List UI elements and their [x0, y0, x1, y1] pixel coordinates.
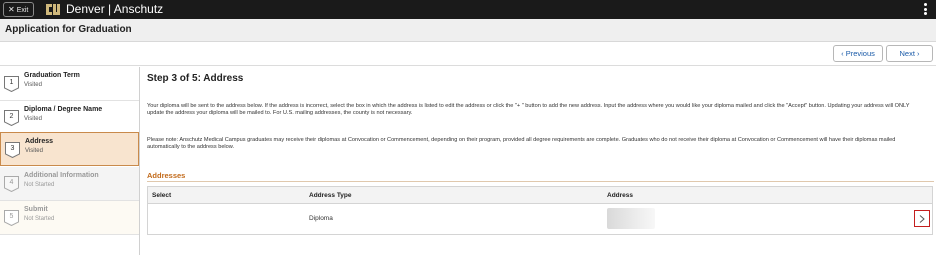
step-submit[interactable]: 5 Submit Not Started	[0, 201, 139, 235]
exit-label: Exit	[16, 7, 29, 14]
step-number-badge: 2	[4, 110, 19, 126]
step-status: Visited	[25, 148, 43, 154]
section-divider	[147, 181, 934, 182]
column-header-address: Address	[607, 192, 634, 199]
chevron-right-icon	[919, 215, 925, 223]
title-bar: Application for Graduation	[0, 19, 936, 42]
previous-label: Previous	[845, 49, 875, 58]
step-address[interactable]: 3 Address Visited	[0, 132, 139, 166]
step-title: Submit	[24, 206, 48, 213]
step-status: Not Started	[24, 216, 55, 222]
step-title: Diploma / Degree Name	[24, 106, 103, 113]
brand-name: Denver | Anschutz	[66, 2, 164, 16]
campus-note: Please note: Anschutz Medical Campus gra…	[147, 137, 896, 150]
more-options-icon[interactable]	[924, 3, 928, 16]
step-status: Visited	[24, 82, 42, 88]
step-number-badge: 5	[4, 210, 19, 226]
step-diploma-degree-name[interactable]: 2 Diploma / Degree Name Visited	[0, 101, 139, 135]
main-content: Step 3 of 5: Address Your diploma will b…	[147, 67, 934, 255]
page-title: Application for Graduation	[5, 24, 132, 35]
row-detail-button[interactable]	[914, 210, 930, 227]
step-number-badge: 4	[4, 176, 19, 192]
chevron-left-icon: ‹	[841, 49, 844, 58]
step-sidebar: 1 Graduation Term Visited 2 Diploma / De…	[0, 67, 140, 255]
step-graduation-term[interactable]: 1 Graduation Term Visited	[0, 67, 139, 101]
address-instructions: Your diploma will be sent to the address…	[147, 103, 910, 116]
chevron-right-icon: ›	[917, 49, 920, 58]
table-header: Select Address Type Address	[148, 187, 932, 204]
top-bar: ✕ Exit Denver | Anschutz	[0, 0, 936, 19]
step-title: Address	[25, 138, 54, 145]
step-number-badge: 3	[5, 142, 20, 158]
close-icon: ✕	[8, 5, 15, 14]
next-button[interactable]: Next ›	[886, 45, 933, 62]
cu-logo-icon	[45, 3, 61, 16]
next-label: Next	[899, 49, 915, 58]
step-status: Visited	[24, 116, 42, 122]
exit-button[interactable]: ✕ Exit	[3, 2, 34, 17]
step-additional-information[interactable]: 4 Additional Information Not Started	[0, 167, 139, 201]
address-type-cell: Diploma	[309, 215, 333, 222]
address-cell-redacted	[607, 208, 655, 229]
step-title: Additional Information	[24, 172, 99, 179]
column-header-select: Select	[152, 192, 172, 199]
step-title: Graduation Term	[24, 72, 80, 79]
previous-button[interactable]: ‹ Previous	[833, 45, 883, 62]
step-status: Not Started	[24, 182, 55, 188]
addresses-section-title: Addresses	[147, 171, 186, 180]
addresses-table: Select Address Type Address Diploma	[147, 186, 933, 235]
column-header-address-type: Address Type	[309, 192, 352, 199]
step-heading: Step 3 of 5: Address	[147, 73, 244, 84]
table-row[interactable]: Diploma	[148, 204, 932, 234]
navigation-bar: ‹ Previous Next ›	[0, 42, 936, 66]
step-number-badge: 1	[4, 76, 19, 92]
